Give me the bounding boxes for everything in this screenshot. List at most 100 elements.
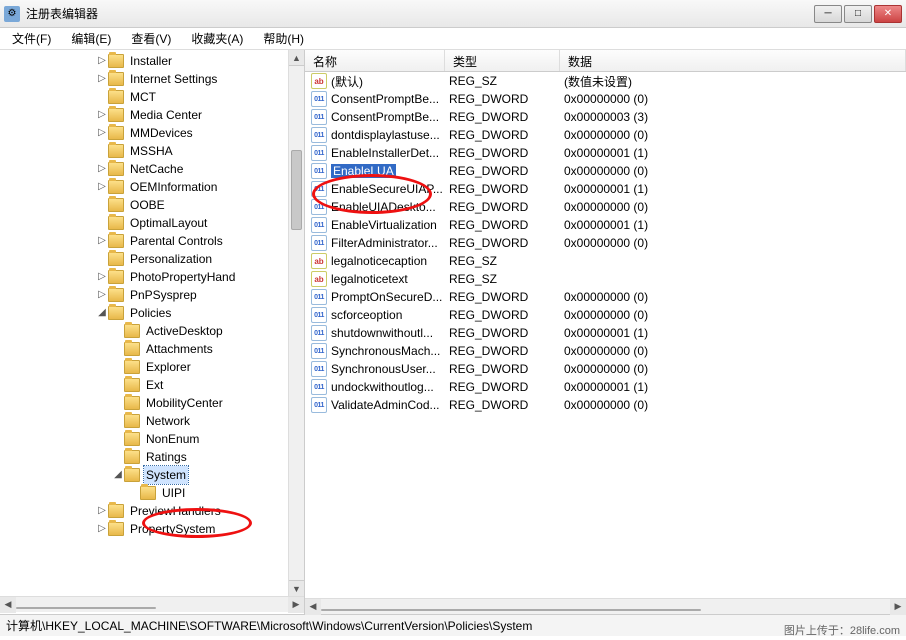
dword-value-icon — [311, 325, 327, 341]
tree-item-label: MCT — [128, 88, 158, 106]
tree-item[interactable]: ▷Media Center — [0, 106, 304, 124]
registry-tree[interactable]: ▷Installer▷Internet SettingsMCT▷Media Ce… — [0, 50, 304, 538]
tree-vertical-scrollbar[interactable]: ▲ ▼ — [288, 50, 304, 596]
tree-item[interactable]: ActiveDesktop — [0, 322, 304, 340]
registry-value-row[interactable]: ConsentPromptBe...REG_DWORD0x00000000 (0… — [305, 90, 906, 108]
tree-item[interactable]: Ext — [0, 376, 304, 394]
collapse-icon[interactable]: ◢ — [96, 304, 108, 322]
string-value-icon — [311, 253, 327, 269]
column-type[interactable]: 类型 — [445, 50, 560, 71]
tree-item[interactable]: MCT — [0, 88, 304, 106]
list-horizontal-scrollbar[interactable]: ◀ ▶ — [305, 598, 906, 614]
value-name-cell: legalnoticecaption — [331, 254, 449, 268]
tree-horizontal-scrollbar[interactable]: ◀ ▶ — [0, 596, 304, 612]
column-name[interactable]: 名称 — [305, 50, 445, 71]
tree-item[interactable]: MobilityCenter — [0, 394, 304, 412]
tree-item[interactable]: ▷PhotoPropertyHand — [0, 268, 304, 286]
tree-item[interactable]: ▷OEMInformation — [0, 178, 304, 196]
tree-item[interactable]: Ratings — [0, 448, 304, 466]
column-data[interactable]: 数据 — [560, 50, 906, 71]
expand-icon[interactable]: ▷ — [96, 106, 108, 124]
tree-item[interactable]: ▷PreviewHandlers — [0, 502, 304, 520]
expand-icon[interactable]: ▷ — [96, 502, 108, 520]
tree-item[interactable]: ▷PnPSysprep — [0, 286, 304, 304]
scroll-right-button[interactable]: ▶ — [890, 599, 906, 615]
tree-item[interactable]: ◢Policies — [0, 304, 304, 322]
value-name-cell: EnableUIADeskto... — [331, 200, 449, 214]
scroll-left-button[interactable]: ◀ — [0, 597, 16, 613]
expand-icon[interactable]: ▷ — [96, 70, 108, 88]
scroll-left-button[interactable]: ◀ — [305, 599, 321, 615]
registry-value-row[interactable]: EnableLUAREG_DWORD0x00000000 (0) — [305, 162, 906, 180]
menu-file[interactable]: 文件(F) — [4, 28, 59, 49]
menu-help[interactable]: 帮助(H) — [255, 28, 312, 49]
maximize-button[interactable]: □ — [844, 5, 872, 23]
dword-value-icon — [311, 91, 327, 107]
scroll-thumb[interactable] — [291, 150, 302, 230]
registry-value-row[interactable]: EnableInstallerDet...REG_DWORD0x00000001… — [305, 144, 906, 162]
registry-value-row[interactable]: SynchronousUser...REG_DWORD0x00000000 (0… — [305, 360, 906, 378]
expand-icon[interactable]: ▷ — [96, 268, 108, 286]
scroll-right-button[interactable]: ▶ — [288, 597, 304, 613]
dword-value-icon — [311, 397, 327, 413]
tree-item[interactable]: ▷Installer — [0, 52, 304, 70]
expand-icon[interactable]: ▷ — [96, 160, 108, 178]
registry-value-row[interactable]: EnableUIADeskto...REG_DWORD0x00000000 (0… — [305, 198, 906, 216]
value-name-cell: scforceoption — [331, 308, 449, 322]
tree-item[interactable]: ▷ MMDevices — [0, 124, 304, 142]
expand-icon[interactable]: ▷ — [96, 52, 108, 70]
tree-item[interactable]: ▷Internet Settings — [0, 70, 304, 88]
tree-item[interactable]: Personalization — [0, 250, 304, 268]
expand-icon[interactable]: ▷ — [96, 520, 108, 538]
registry-value-row[interactable]: dontdisplaylastuse...REG_DWORD0x00000000… — [305, 126, 906, 144]
tree-item[interactable]: MSSHA — [0, 142, 304, 160]
tree-item[interactable]: Attachments — [0, 340, 304, 358]
registry-value-row[interactable]: ConsentPromptBe...REG_DWORD0x00000003 (3… — [305, 108, 906, 126]
scroll-up-button[interactable]: ▲ — [289, 50, 304, 66]
registry-value-row[interactable]: (默认)REG_SZ(数值未设置) — [305, 72, 906, 90]
string-value-icon — [311, 271, 327, 287]
tree-item[interactable]: OOBE — [0, 196, 304, 214]
folder-icon — [124, 432, 140, 446]
scroll-down-button[interactable]: ▼ — [289, 580, 304, 596]
registry-value-row[interactable]: ValidateAdminCod...REG_DWORD0x00000000 (… — [305, 396, 906, 414]
expand-icon[interactable]: ▷ — [96, 124, 108, 142]
registry-value-row[interactable]: scforceoptionREG_DWORD0x00000000 (0) — [305, 306, 906, 324]
menu-view[interactable]: 查看(V) — [123, 28, 179, 49]
expand-icon[interactable]: ▷ — [96, 232, 108, 250]
expand-icon[interactable]: ▷ — [96, 286, 108, 304]
collapse-icon[interactable]: ◢ — [112, 466, 124, 484]
menu-favorites[interactable]: 收藏夹(A) — [183, 28, 251, 49]
expand-icon[interactable]: ▷ — [96, 178, 108, 196]
tree-item[interactable]: UIPI — [0, 484, 304, 502]
registry-value-row[interactable]: SynchronousMach...REG_DWORD0x00000000 (0… — [305, 342, 906, 360]
tree-item[interactable]: ◢System — [0, 466, 304, 484]
registry-value-row[interactable]: legalnoticetextREG_SZ — [305, 270, 906, 288]
scroll-thumb[interactable] — [16, 607, 156, 609]
menu-edit[interactable]: 编辑(E) — [63, 28, 119, 49]
registry-value-row[interactable]: undockwithoutlog...REG_DWORD0x00000001 (… — [305, 378, 906, 396]
tree-item[interactable]: ▷Parental Controls — [0, 232, 304, 250]
window-controls: ─ □ ✕ — [814, 5, 902, 23]
tree-item-label: MMDevices — [128, 124, 195, 142]
tree-item[interactable]: ▷NetCache — [0, 160, 304, 178]
minimize-button[interactable]: ─ — [814, 5, 842, 23]
registry-value-row[interactable]: legalnoticecaptionREG_SZ — [305, 252, 906, 270]
scroll-thumb[interactable] — [321, 609, 701, 611]
tree-item[interactable]: ▷PropertySystem — [0, 520, 304, 538]
value-type-cell: REG_DWORD — [449, 92, 564, 106]
tree-item[interactable]: NonEnum — [0, 430, 304, 448]
registry-value-row[interactable]: shutdownwithoutl...REG_DWORD0x00000001 (… — [305, 324, 906, 342]
registry-value-row[interactable]: PromptOnSecureD...REG_DWORD0x00000000 (0… — [305, 288, 906, 306]
tree-item[interactable]: Explorer — [0, 358, 304, 376]
tree-item[interactable]: OptimalLayout — [0, 214, 304, 232]
registry-value-row[interactable]: EnableVirtualizationREG_DWORD0x00000001 … — [305, 216, 906, 234]
close-button[interactable]: ✕ — [874, 5, 902, 23]
registry-values-list[interactable]: (默认)REG_SZ(数值未设置)ConsentPromptBe...REG_D… — [305, 72, 906, 598]
value-type-cell: REG_DWORD — [449, 218, 564, 232]
tree-item[interactable]: Network — [0, 412, 304, 430]
tree-item-label: ActiveDesktop — [144, 322, 225, 340]
window-title: 注册表编辑器 — [26, 5, 814, 22]
registry-value-row[interactable]: FilterAdministrator...REG_DWORD0x0000000… — [305, 234, 906, 252]
registry-value-row[interactable]: EnableSecureUIAP...REG_DWORD0x00000001 (… — [305, 180, 906, 198]
